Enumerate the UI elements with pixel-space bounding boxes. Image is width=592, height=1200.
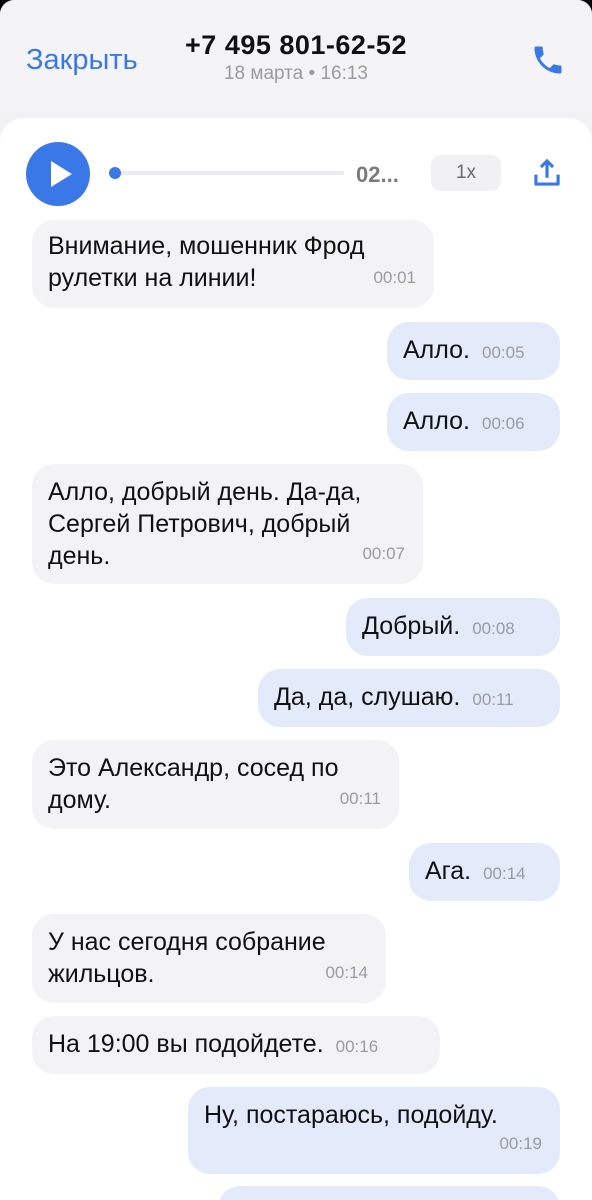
message-text: Ну, постараюсь, подойду. [204,1101,498,1129]
message-incoming: У нас сегодня собрание жильцов. 00:14 [32,914,386,1003]
message-text: Алло, добрый день. Да-да, Сергей Петрови… [48,478,362,570]
playback-speed-button[interactable]: 1x [431,155,501,191]
message-text: У нас сегодня собрание жильцов. [48,928,326,988]
message-time: 00:14 [483,864,526,883]
message-time: 00:07 [362,544,405,563]
message-time: 00:05 [481,343,525,362]
message-incoming: Алло, добрый день. Да-да, Сергей Петрови… [32,464,423,584]
message-time: 00:08 [472,619,515,638]
message-text: Алло. [403,407,470,435]
share-icon[interactable] [528,154,566,192]
play-icon [51,161,72,187]
message-time: 00:11 [339,789,381,808]
phone-number-title: +7 495 801-62-52 [185,30,407,60]
message-text: Алло. [403,336,470,364]
message-time: 00:16 [335,1037,379,1056]
message-text: На 19:00 вы подойдете. [48,1030,324,1058]
message-text: Внимание, мошенник Фрод рулетки на линии… [48,232,365,292]
message-incoming: На 19:00 вы подойдете. 00:16 [32,1016,440,1074]
message-text: Это Александр, сосед по дому. [48,754,339,814]
message-incoming: Внимание, мошенник Фрод рулетки на линии… [32,220,434,308]
message-outgoing: Добрый. 00:08 [346,598,560,656]
message-outgoing: Ага. 00:14 [409,843,560,901]
transcript-messages: Внимание, мошенник Фрод рулетки на линии… [0,220,592,1200]
transcript-panel: 02... 1x Внимание, мошенник Фрод рулетки… [0,118,592,1200]
message-outgoing-partial [218,1186,560,1200]
phone-icon[interactable] [530,42,566,78]
message-time: 00:11 [472,690,514,709]
message-outgoing: Да, да, слушаю. 00:11 [258,669,560,727]
message-text: Да, да, слушаю. [274,683,461,711]
message-incoming: Это Александр, сосед по дому. 00:11 [32,740,399,829]
header: Закрыть +7 495 801-62-52 18 марта • 16:1… [0,0,592,112]
message-time: 00:01 [373,268,416,287]
message-outgoing: Ну, постараюсь, подойду. 00:19 [188,1087,560,1174]
message-outgoing: Алло. 00:06 [387,393,560,451]
playback-progress-track[interactable] [109,167,344,179]
message-time: 00:19 [499,1134,542,1153]
message-text: Ага. [425,857,472,885]
call-transcript-sheet: Закрыть +7 495 801-62-52 18 марта • 16:1… [0,0,592,1200]
call-date-time: 18 марта • 16:13 [223,63,368,84]
duration-label: 02... [356,162,399,187]
close-button[interactable]: Закрыть [26,44,138,77]
play-button[interactable] [26,142,90,206]
message-text: Добрый. [362,612,461,640]
message-time: 00:06 [481,414,525,433]
playback-scrubber-handle[interactable] [109,167,121,179]
audio-player: 02... 1x [0,118,592,228]
message-outgoing: Алло. 00:05 [387,322,560,380]
call-info: +7 495 801-62-52 18 марта • 16:13 [150,30,442,85]
message-time: 00:14 [325,963,368,982]
